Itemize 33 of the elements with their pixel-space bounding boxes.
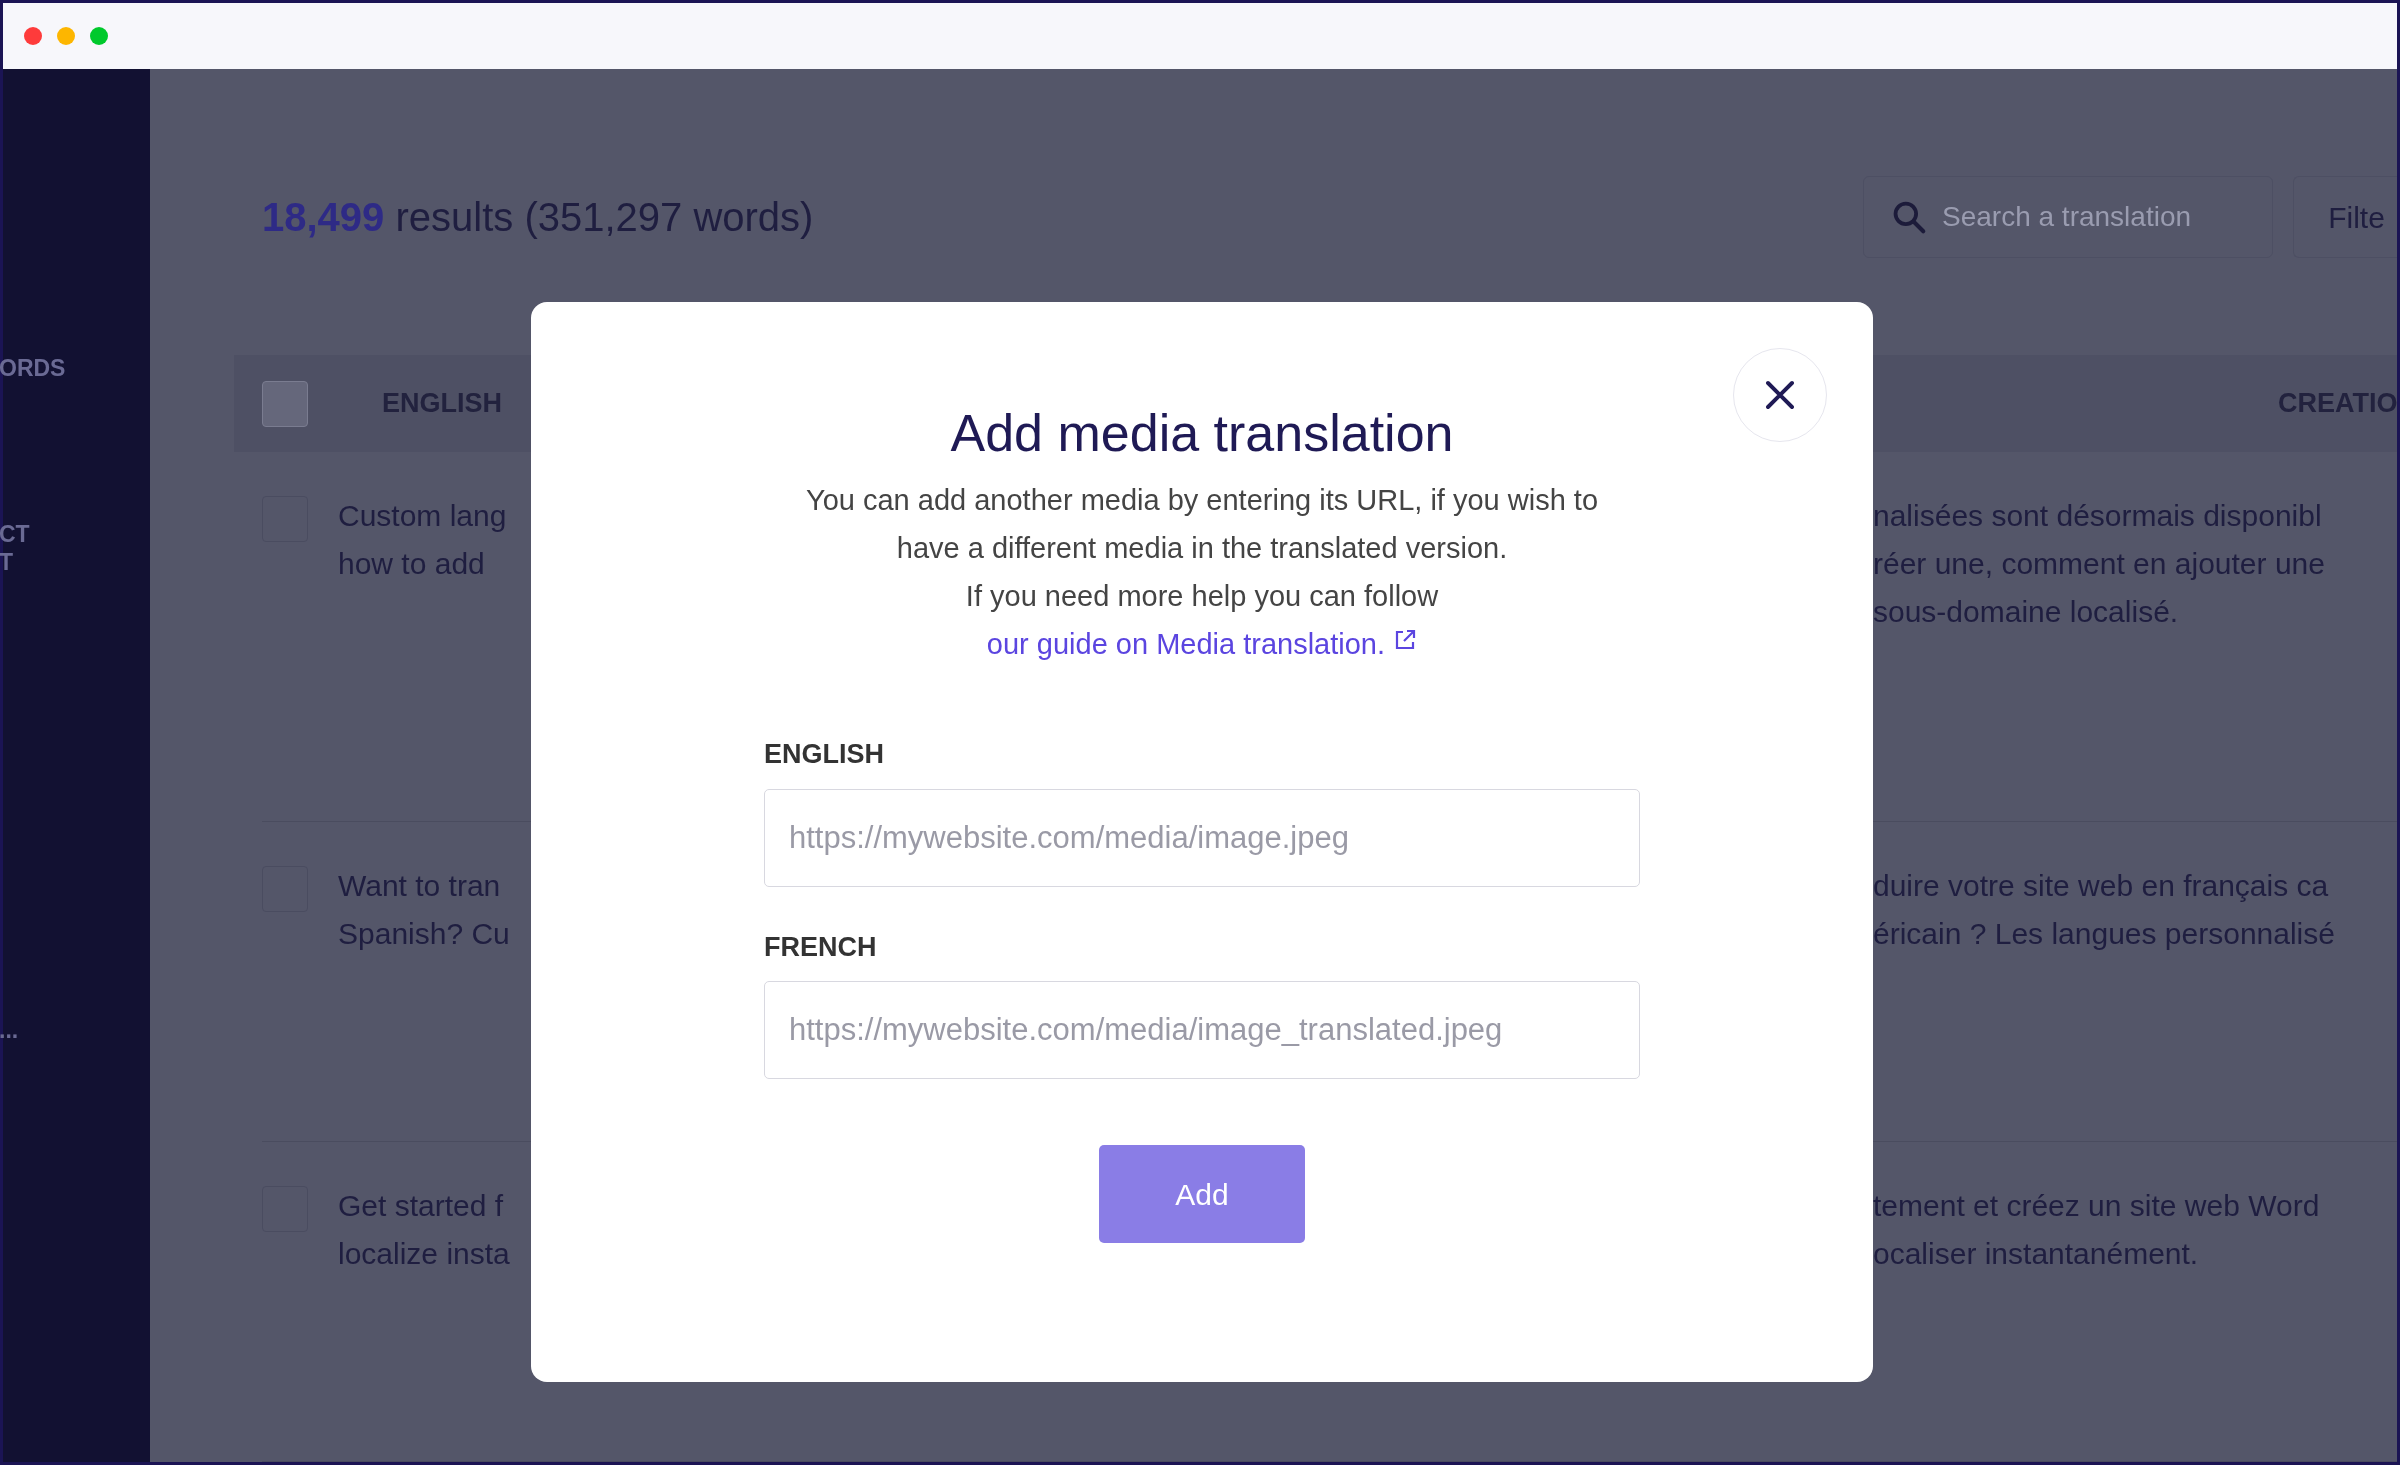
add-button[interactable]: Add — [1099, 1145, 1305, 1244]
table-cell-text: réer une, comment en ajouter une — [1873, 547, 2325, 580]
sidebar-item[interactable]: ... — [0, 1016, 150, 1044]
sidebar-item[interactable]: T — [0, 548, 150, 576]
sidebar-item[interactable]: CT — [0, 520, 150, 548]
table-cell-text: Spanish? Cu — [338, 917, 510, 950]
field-label: FRENCH — [764, 930, 878, 964]
table-cell-text: éricain ? Les langues personnalisé — [1873, 917, 2335, 950]
zoom-window-icon[interactable] — [90, 27, 108, 45]
search-placeholder: Search a translation — [1942, 200, 2192, 234]
help-text: If you need more help you can follow our guide on Media translation. — [964, 579, 1440, 663]
modal-description: You can add another media by entering its URL, if you wish to have a different media in the translated version. — [804, 483, 1600, 567]
table-cell-text: tement et créez un site web Word — [1873, 1189, 2320, 1222]
table-cell-text: nalisées sont désormais disponibl — [1873, 499, 2322, 532]
minimize-window-icon[interactable] — [57, 27, 75, 45]
guide-link[interactable]: our guide on Media translation. — [986, 628, 1386, 661]
sidebar-item[interactable]: ORDS — [0, 354, 150, 382]
table-cell-text: sous-domaine localisé. — [1873, 595, 2179, 628]
filter-button[interactable]: Filte — [2293, 176, 2397, 258]
select-all-checkbox[interactable] — [262, 380, 308, 427]
search-field[interactable]: Search a translation — [1863, 176, 2273, 258]
table-cell-text: Get started f — [338, 1189, 504, 1222]
close-window-icon[interactable] — [24, 27, 42, 45]
table-cell-text: Want to tran — [338, 869, 501, 902]
table-cell-text: how to add — [338, 547, 485, 580]
modal-title: Add media translation — [950, 403, 1454, 464]
url-input-field[interactable]: https://mywebsite.com/media/image.jpeg — [764, 788, 1640, 887]
table-cell-text: Custom lang — [338, 499, 507, 532]
url-input-field[interactable]: https://mywebsite.com/media/image_translated.jpeg — [764, 981, 1640, 1080]
table-cell-text: ocaliser instantanément. — [1873, 1237, 2199, 1270]
table-cell-text: duire votre site web en français ca — [1873, 869, 2329, 902]
table-cell-text: localize insta — [338, 1237, 510, 1270]
field-label: ENGLISH — [764, 738, 885, 772]
